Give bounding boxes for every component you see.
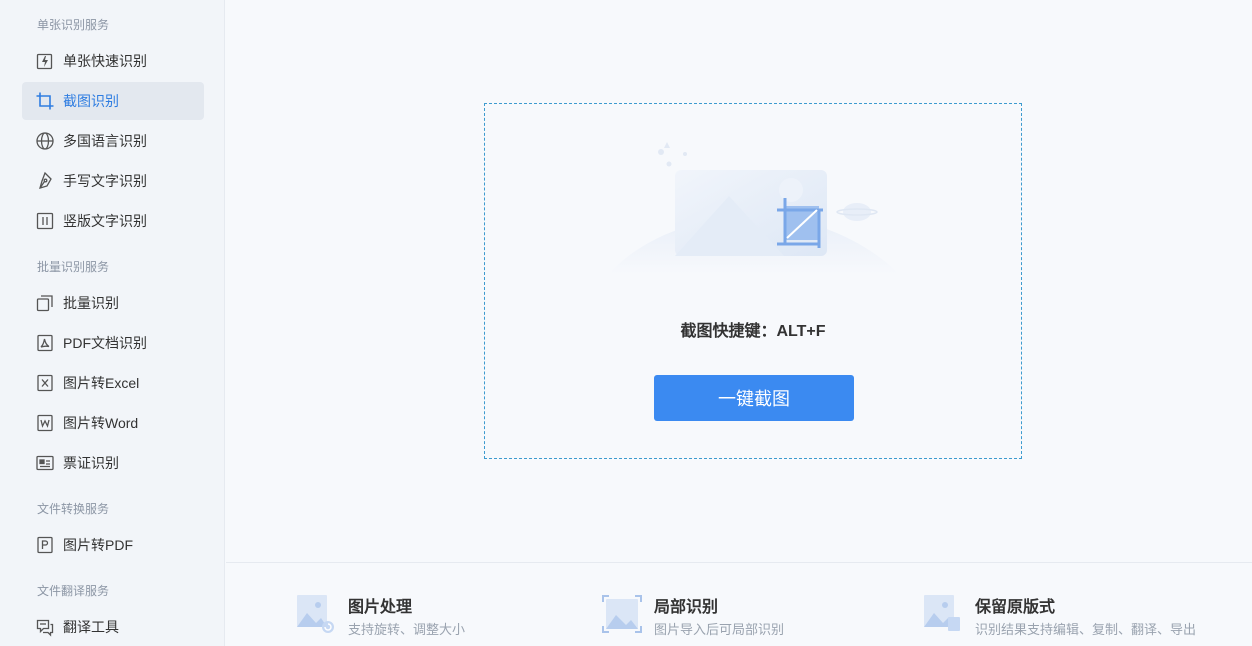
id-card-icon (35, 453, 55, 473)
section-title-batch: 批量识别服务 (37, 260, 110, 274)
pen-icon (35, 171, 55, 191)
section-title-single: 单张识别服务 (37, 18, 110, 32)
sidebar-item-quick-recognize[interactable]: 单张快速识别 (22, 42, 204, 80)
pdf-icon (35, 333, 55, 353)
keep-layout-icon (924, 595, 960, 631)
feature-desc: 图片导入后可局部识别 (654, 622, 785, 637)
hotkey-hint: 截图快捷键：ALT+F (680, 323, 826, 340)
sidebar: 单张识别服务 单张快速识别 截图识别 多国语言识别 手写文字识别 竖版文字识别 … (0, 0, 225, 646)
sidebar-item-batch[interactable]: 批量识别 (22, 284, 204, 322)
sidebar-item-screenshot[interactable]: 截图识别 (22, 82, 204, 120)
image-processing-icon (297, 595, 334, 633)
capture-button[interactable]: 一键截图 (654, 375, 854, 421)
feature-title: 图片处理 (348, 599, 413, 616)
main-panel: 截图快捷键：ALT+F 一键截图 图片处理 支持旋转、调整大小 局部识别 图片导… (226, 0, 1252, 646)
sidebar-item-label: 图片转Excel (63, 375, 140, 391)
word-icon (35, 413, 55, 433)
globe-icon (35, 131, 55, 151)
feature-bar: 图片处理 支持旋转、调整大小 局部识别 图片导入后可局部识别 保留原版式 识别结… (226, 562, 1252, 646)
sidebar-item-word[interactable]: 图片转Word (22, 404, 204, 442)
sidebar-item-translate[interactable]: 翻译工具 (22, 608, 204, 646)
screenshot-illustration (609, 142, 899, 274)
sidebar-item-label: 竖版文字识别 (63, 213, 147, 229)
sidebar-item-excel[interactable]: 图片转Excel (22, 364, 204, 402)
sidebar-item-label: 多国语言识别 (63, 133, 147, 149)
sidebar-item-vertical-text[interactable]: 竖版文字识别 (22, 202, 204, 240)
feature-title: 局部识别 (654, 599, 719, 616)
section-title-convert: 文件转换服务 (37, 502, 110, 516)
sidebar-item-label: PDF文档识别 (63, 335, 147, 351)
feature-title: 保留原版式 (975, 599, 1056, 616)
sidebar-item-label: 图片转PDF (63, 537, 133, 553)
sidebar-item-label: 图片转Word (63, 415, 139, 431)
sidebar-item-pdf[interactable]: PDF文档识别 (22, 324, 204, 362)
sidebar-item-ticket[interactable]: 票证识别 (22, 444, 204, 482)
sidebar-item-label: 单张快速识别 (63, 53, 147, 69)
pdf-convert-icon (35, 535, 55, 555)
crop-icon (35, 91, 55, 111)
excel-icon (35, 373, 55, 393)
sidebar-item-label: 手写文字识别 (63, 173, 147, 189)
sidebar-item-label: 票证识别 (63, 455, 119, 471)
quick-recognize-icon (35, 51, 55, 71)
batch-icon (35, 293, 55, 313)
sidebar-item-label: 批量识别 (63, 295, 119, 311)
vertical-text-icon (35, 211, 55, 231)
translate-icon (35, 617, 55, 637)
feature-desc: 识别结果支持编辑、复制、翻译、导出 (975, 622, 1197, 637)
sidebar-item-handwriting[interactable]: 手写文字识别 (22, 162, 204, 200)
screenshot-drop-zone[interactable]: 截图快捷键：ALT+F 一键截图 (484, 103, 1022, 459)
section-title-translate: 文件翻译服务 (37, 584, 110, 598)
sidebar-item-image-to-pdf[interactable]: 图片转PDF (22, 526, 204, 564)
sidebar-item-multilanguage[interactable]: 多国语言识别 (22, 122, 204, 160)
partial-recognition-icon (602, 595, 642, 633)
sidebar-item-label: 翻译工具 (63, 619, 119, 635)
feature-desc: 支持旋转、调整大小 (348, 622, 466, 637)
sidebar-item-label: 截图识别 (63, 93, 119, 109)
